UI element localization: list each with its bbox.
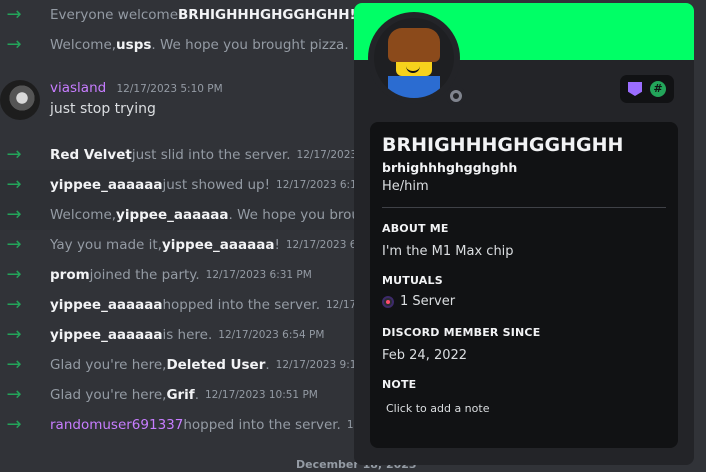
profile-pronouns: He/him (382, 179, 429, 194)
offline-status-icon (450, 90, 462, 102)
profile-badges: # (620, 75, 674, 103)
join-arrow-icon: → (6, 174, 22, 195)
avatar[interactable] (0, 80, 40, 120)
join-arrow-icon: → (6, 414, 22, 435)
profile-card: BRHIGHHHGHGGHGHH brhighhhghgghghh He/him… (370, 122, 678, 448)
message-header: viasland 12/17/2023 5:10 PM (50, 80, 223, 96)
member-name[interactable]: yippee_aaaaaa (50, 297, 162, 313)
join-arrow-icon: → (6, 354, 22, 375)
member-since-date: Feb 24, 2022 (382, 348, 468, 363)
join-message-text: ! (274, 237, 280, 253)
join-message-text: just slid into the server. (131, 147, 291, 163)
member-name[interactable]: yippee_aaaaaa (50, 327, 162, 343)
avatar-hair (388, 28, 440, 62)
message-timestamp: 12/17/2023 6:31 PM (205, 269, 312, 281)
member-name[interactable]: yippee_aaaaaa (162, 237, 274, 253)
avatar-body (388, 76, 440, 98)
about-me-heading: ABOUT ME (382, 222, 449, 235)
member-name[interactable]: randomuser691337 (50, 417, 183, 433)
join-arrow-icon: → (6, 264, 22, 285)
roblox-avatar-image (374, 18, 454, 98)
message-author[interactable]: viasland (50, 80, 106, 96)
status-indicator (446, 86, 466, 106)
member-name[interactable]: Deleted User (166, 357, 265, 373)
join-message-text: Welcome, (50, 207, 117, 223)
join-message-text: . (194, 387, 199, 403)
member-name[interactable]: yippee_aaaaaa (116, 207, 228, 223)
message-timestamp: 12/17/2023 5:10 PM (116, 83, 223, 95)
active-developer-badge-icon[interactable]: # (650, 81, 666, 97)
join-message-text: just showed up! (162, 177, 271, 193)
member-name[interactable]: Grif (166, 387, 194, 403)
message-timestamp: 12/17/2023 6:54 PM (218, 329, 325, 341)
join-arrow-icon: → (6, 294, 22, 315)
member-name[interactable]: usps (116, 37, 151, 53)
join-arrow-icon: → (6, 324, 22, 345)
join-message-text: . (265, 357, 270, 373)
member-name[interactable]: prom (50, 267, 90, 283)
join-message-text: . We hope you brought pizza. (151, 37, 349, 53)
user-profile-popout: # BRHIGHHHGHGGHGHH brhighhhghgghghh He/h… (354, 3, 694, 465)
join-message-text: Welcome, (50, 37, 117, 53)
note-heading: NOTE (382, 378, 417, 391)
member-name[interactable]: BRHIGHHHGHGGHGHH! (178, 7, 356, 23)
hypesquad-badge-icon[interactable] (628, 82, 642, 96)
member-since-heading: DISCORD MEMBER SINCE (382, 326, 541, 339)
profile-username: brhighhhghgghghh (382, 160, 518, 175)
join-message-text: hopped into the server. (162, 297, 320, 313)
profile-avatar[interactable] (368, 12, 466, 106)
join-message-text: hopped into the server. (183, 417, 341, 433)
mutuals-heading: MUTUALS (382, 274, 443, 287)
note-input[interactable]: Click to add a note (386, 402, 489, 415)
member-name[interactable]: yippee_aaaaaa (50, 177, 162, 193)
mutual-servers-link[interactable]: 1 Server (382, 294, 455, 309)
join-arrow-icon: → (6, 34, 22, 55)
mutual-servers-count: 1 Server (400, 294, 456, 309)
join-message-text: Glad you're here, (50, 357, 167, 373)
join-message-text: is here. (162, 327, 213, 343)
member-name[interactable]: Red Velvet (50, 147, 132, 163)
join-message-text: Glad you're here, (50, 387, 167, 403)
join-arrow-icon: → (6, 204, 22, 225)
join-message-text: Everyone welcome (50, 7, 179, 23)
join-arrow-icon: → (6, 144, 22, 165)
profile-display-name: BRHIGHHHGHGGHGHH (382, 134, 624, 156)
server-icon (382, 295, 394, 308)
join-message-text: . We hope you broug (228, 207, 369, 223)
join-arrow-icon: → (6, 234, 22, 255)
profile-divider (382, 207, 666, 208)
message-timestamp: 12/17/2023 6:14 (276, 179, 364, 191)
message-text: just stop trying (50, 101, 156, 117)
join-message-text: joined the party. (89, 267, 200, 283)
join-message-text: Yay you made it, (50, 237, 162, 253)
message-timestamp: 12/17/2023 10:51 PM (204, 389, 318, 401)
about-me-text: I'm the M1 Max chip (382, 244, 514, 259)
join-arrow-icon: → (6, 384, 22, 405)
join-arrow-icon: → (6, 4, 22, 25)
